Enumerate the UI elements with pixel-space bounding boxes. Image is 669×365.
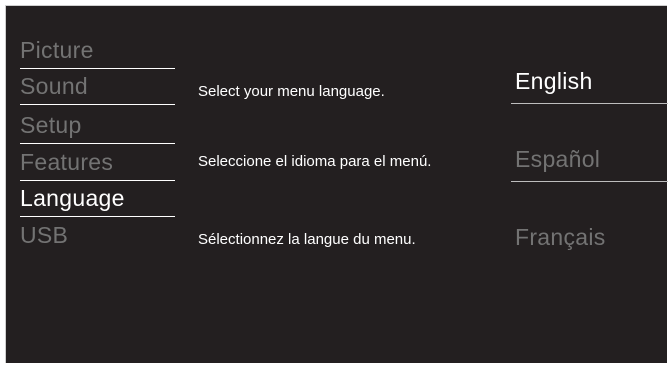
menu-item-picture[interactable]: Picture [20,31,180,69]
language-option-english[interactable]: English [511,68,668,104]
menu-item-label: Sound [20,73,89,99]
menu-item-label: Setup [20,112,82,138]
language-option-underline [511,181,668,182]
tv-menu-screen: Picture Sound Setup Features Language US… [5,5,668,363]
prompt-english: Select your menu language. [198,83,385,100]
menu-item-label: Language [20,185,125,211]
language-option-label: English [515,68,593,94]
language-option-label: Français [515,224,606,250]
menu-item-label: USB [20,222,69,248]
menu-item-features[interactable]: Features [20,143,180,181]
language-option-underline [511,103,668,104]
prompt-french: Sélectionnez la langue du menu. [198,231,416,248]
language-option-spanish[interactable]: Español [511,146,668,182]
menu-item-language[interactable]: Language [20,179,180,217]
menu-item-label: Features [20,149,114,175]
prompt-spanish: Seleccione el idioma para el menú. [198,153,432,170]
menu-item-setup[interactable]: Setup [20,106,180,144]
menu-item-sound[interactable]: Sound [20,67,180,105]
language-option-label: Español [515,146,601,172]
menu-item-divider [20,104,175,105]
menu-item-label: Picture [20,37,94,63]
menu-item-usb[interactable]: USB [20,216,180,254]
language-option-french[interactable]: Français [511,224,668,260]
